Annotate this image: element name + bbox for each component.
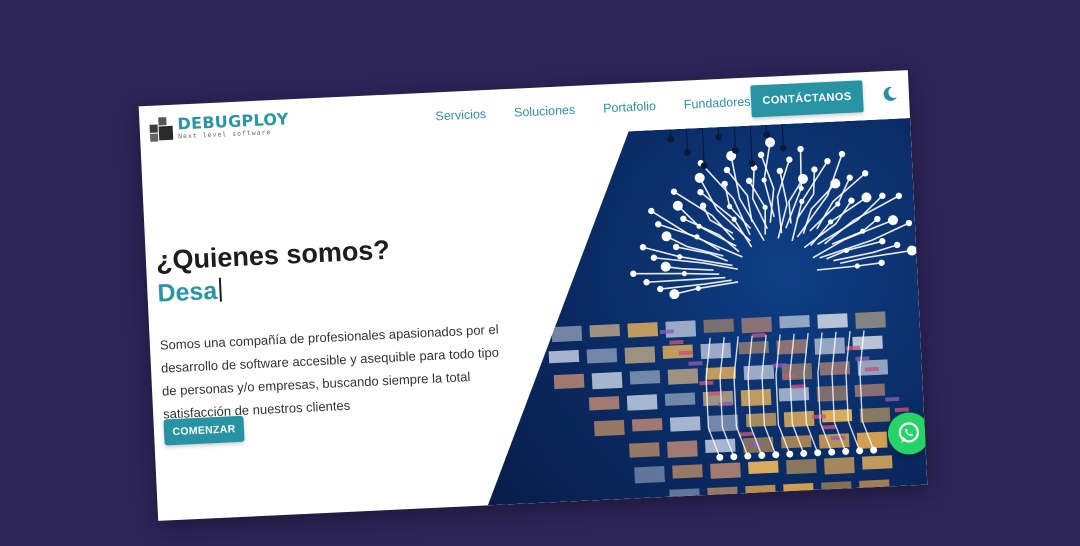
nav-servicios[interactable]: Servicios: [435, 107, 486, 123]
circuit-brain-illustration: [471, 118, 928, 505]
contact-button[interactable]: CONTÁCTANOS: [750, 80, 864, 118]
moon-icon[interactable]: [880, 85, 899, 104]
circuit-brain-svg: [471, 118, 928, 505]
logo[interactable]: DEBUGPLOY Next level software: [149, 110, 289, 142]
nav-fundadores[interactable]: Fundadores: [684, 95, 751, 112]
typing-cursor: [218, 277, 222, 302]
logo-mark-icon: [149, 117, 174, 142]
hero-description: Somos una compañía de profesionales apas…: [159, 321, 500, 422]
nav-portafolio[interactable]: Portafolio: [603, 99, 656, 115]
nav-soluciones[interactable]: Soluciones: [514, 103, 576, 120]
website-window: DEBUGPLOY Next level software Servicios …: [138, 70, 928, 521]
typed-headline: Desa: [157, 277, 222, 309]
hero-title: ¿Quienes somos?: [155, 234, 391, 276]
logo-text: DEBUGPLOY Next level software: [177, 110, 289, 141]
start-button[interactable]: COMENZAR: [163, 415, 245, 446]
whatsapp-icon: [898, 422, 919, 443]
typed-text: Desa: [156, 276, 218, 308]
